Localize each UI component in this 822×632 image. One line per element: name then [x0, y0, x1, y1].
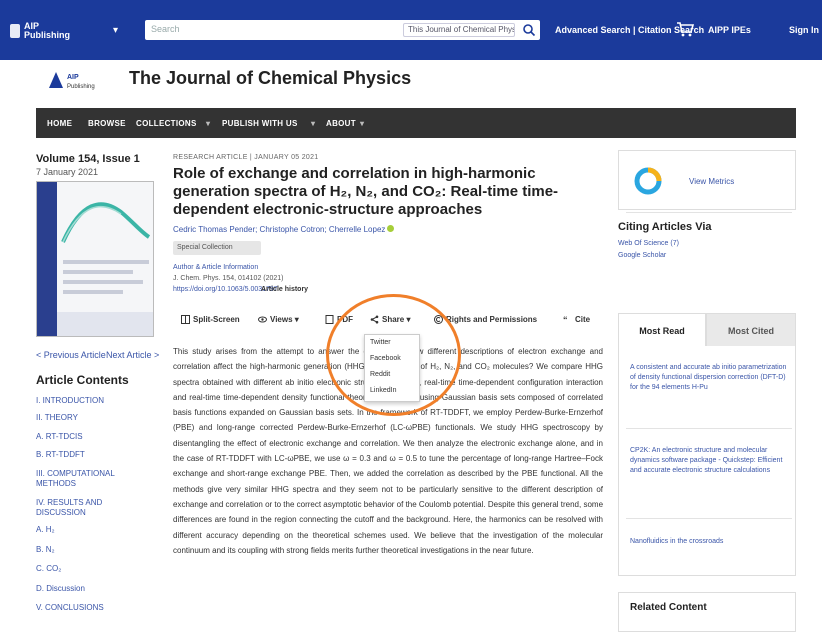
toc-results-discussion[interactable]: IV. RESULTS AND DISCUSSION [36, 498, 146, 518]
orcid-icon[interactable] [387, 225, 395, 232]
journal-cover-image[interactable] [36, 181, 154, 337]
toc-rt-tddft[interactable]: B. RT-TDDFT [36, 450, 146, 460]
share-menu: Twitter Facebook Reddit LinkedIn [364, 334, 420, 402]
toc-h2[interactable]: A. H₂ [36, 525, 146, 535]
pdf-label: PDF [337, 315, 353, 324]
tab-most-read[interactable]: Most Read [618, 313, 706, 347]
toc-conclusions[interactable]: V. CONCLUSIONS [36, 603, 146, 613]
view-metrics-link[interactable]: View Metrics [689, 177, 734, 186]
cover-curve-graphic [61, 202, 151, 243]
cover-text-line [63, 280, 143, 284]
svg-text:“: “ [563, 315, 568, 324]
cover-band [37, 182, 57, 336]
copyright-icon [434, 315, 443, 325]
search-placeholder: Search [151, 24, 180, 34]
aip-logo-text: AIP Publishing [24, 21, 70, 40]
top-bar: AIP Publishing ▾ Search This Journal of … [0, 0, 822, 60]
nav-publish-with-us[interactable]: PUBLISH WITH US [222, 119, 298, 128]
nav-home[interactable]: HOME [47, 119, 72, 128]
views-dropdown[interactable]: Views ▾ [258, 315, 299, 324]
toc-rt-tdcis[interactable]: A. RT-TDCIS [36, 432, 146, 442]
article-history-toggle[interactable]: Article history [261, 286, 308, 293]
search-scope-select[interactable]: This Journal of Chemical Physics [403, 23, 515, 37]
search-icon[interactable] [522, 23, 536, 37]
share-dropdown[interactable]: Share ▾ [370, 315, 410, 324]
toc-introduction[interactable]: I. INTRODUCTION [36, 396, 146, 406]
main-nav: HOME BROWSE COLLECTIONS ▾ PUBLISH WITH U… [36, 108, 796, 138]
most-read-item[interactable]: A consistent and accurate ab initio para… [630, 363, 792, 393]
share-twitter[interactable]: Twitter [370, 339, 391, 346]
article-type-date: RESEARCH ARTICLE | JANUARY 05 2021 [173, 154, 319, 161]
author-article-info-link[interactable]: Author & Article Information [173, 264, 258, 271]
metrics-box: View Metrics [618, 150, 796, 210]
cover-footer [57, 312, 153, 336]
issue-date: 7 January 2021 [36, 167, 99, 177]
web-of-science-link[interactable]: Web Of Science (7) [618, 240, 679, 247]
aip-logo[interactable]: AIP Publishing [10, 21, 70, 41]
split-screen-icon [181, 315, 190, 325]
sign-in-link[interactable]: Sign In [789, 25, 819, 35]
cite-button[interactable]: “ Cite [563, 315, 590, 324]
tab-most-cited[interactable]: Most Cited [706, 313, 796, 347]
toc-discussion[interactable]: D. Discussion [36, 584, 146, 594]
nav-about-chevron-icon[interactable]: ▾ [360, 119, 364, 128]
views-label: Views [270, 315, 293, 324]
volume-issue-link[interactable]: Volume 154, Issue 1 [36, 153, 140, 165]
share-reddit[interactable]: Reddit [370, 371, 390, 378]
pdf-button[interactable]: PDF [325, 315, 353, 325]
aipp-ipes-menu[interactable]: AIPP IPEs [708, 25, 751, 35]
metrics-donut-icon[interactable] [633, 166, 663, 196]
eye-icon [258, 316, 267, 323]
split-screen-label: Split-Screen [193, 315, 240, 324]
toc-co2[interactable]: C. CO₂ [36, 564, 146, 574]
quote-icon: “ [563, 315, 568, 324]
most-read-item[interactable]: CP2K: An electronic structure and molecu… [630, 446, 792, 476]
authors-text[interactable]: Cedric Thomas Pender; Christophe Cotron;… [173, 225, 385, 234]
citation-line: J. Chem. Phys. 154, 014102 (2021) [173, 275, 284, 282]
share-facebook[interactable]: Facebook [370, 355, 401, 362]
next-article-link[interactable]: Next Article > [106, 350, 159, 360]
share-icon [370, 315, 379, 324]
nav-about[interactable]: ABOUT [326, 119, 356, 128]
google-scholar-link[interactable]: Google Scholar [618, 252, 666, 259]
previous-article-link[interactable]: < Previous Article [36, 350, 106, 360]
nav-collections-chevron-icon[interactable]: ▾ [206, 119, 210, 128]
divider [626, 212, 792, 213]
pdf-icon [325, 315, 334, 325]
article-title: Role of exchange and correlation in high… [173, 165, 559, 218]
svg-text:Publishing: Publishing [67, 84, 95, 90]
most-tabs: Most Read Most Cited [618, 313, 796, 347]
divider [626, 518, 792, 519]
aip-logo-mark-icon [10, 24, 20, 38]
toc-computational-methods[interactable]: III. COMPUTATIONAL METHODS [36, 469, 146, 489]
article-contents-title: Article Contents [36, 373, 129, 387]
share-linkedin[interactable]: LinkedIn [370, 387, 396, 394]
citing-articles-title: Citing Articles Via [618, 221, 712, 233]
toc-n2[interactable]: B. N₂ [36, 545, 146, 555]
cover-text-line [63, 270, 133, 274]
share-label: Share [382, 315, 405, 324]
cover-text-line [63, 260, 149, 264]
toc-theory[interactable]: II. THEORY [36, 413, 146, 423]
aip-publishing-logo[interactable]: AIP Publishing [47, 68, 117, 92]
nav-collections[interactable]: COLLECTIONS [136, 119, 197, 128]
related-content-title: Related Content [630, 602, 707, 613]
journal-title[interactable]: The Journal of Chemical Physics [129, 68, 411, 89]
nav-browse[interactable]: BROWSE [88, 119, 126, 128]
most-read-item[interactable]: Nanofluidics in the crossroads [630, 537, 792, 547]
split-screen-button[interactable]: Split-Screen [181, 315, 240, 325]
rights-permissions-button[interactable]: Rights and Permissions [434, 315, 538, 325]
search-input[interactable]: Search This Journal of Chemical Physics [145, 20, 540, 40]
cover-text-line [63, 290, 123, 294]
author-list[interactable]: Cedric Thomas Pender; Christophe Cotron;… [173, 225, 395, 234]
divider [626, 428, 792, 429]
cite-label: Cite [575, 315, 591, 324]
rights-label: Rights and Permissions [446, 315, 538, 324]
cart-icon[interactable] [675, 19, 695, 39]
nav-publish-chevron-icon[interactable]: ▾ [311, 119, 315, 128]
svg-text:AIP: AIP [67, 74, 79, 81]
collections-chip[interactable]: Special Collection [173, 241, 261, 255]
chevron-down-icon[interactable]: ▾ [113, 25, 118, 36]
